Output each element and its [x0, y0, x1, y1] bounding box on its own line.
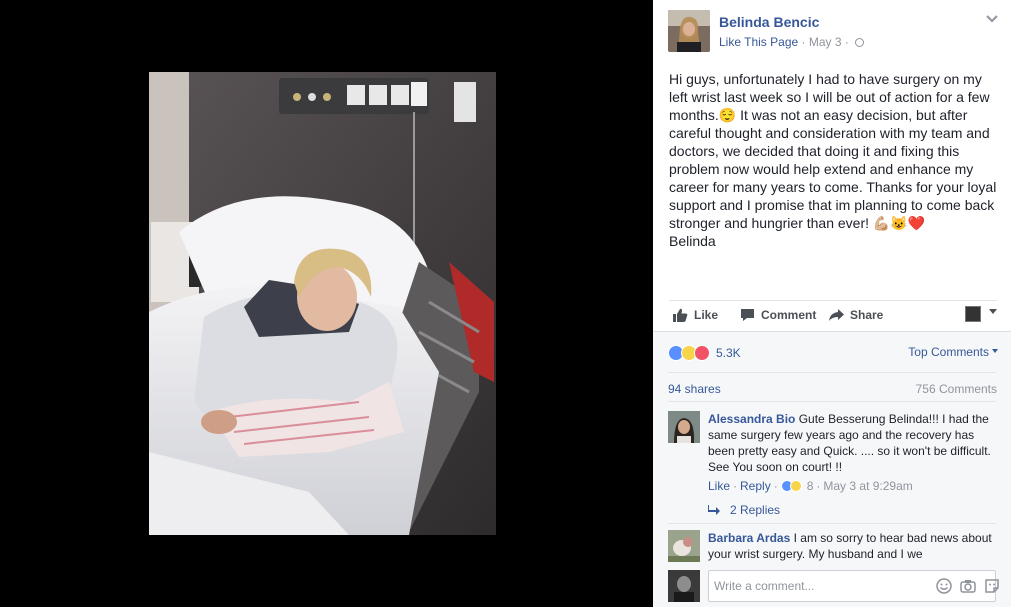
commenter-avatar[interactable]	[668, 411, 700, 443]
reaction-summary[interactable]: 5.3K	[668, 344, 741, 362]
meta-separator: ·	[773, 479, 778, 493]
page-avatar-image	[668, 10, 710, 52]
reaction-count[interactable]: 5.3K	[716, 346, 741, 360]
post-actions: Like Comment Share	[669, 300, 997, 331]
commenter-avatar-image	[668, 411, 700, 443]
meta-separator: ·	[733, 479, 738, 493]
post-meta: Like This Page · May 3 ·	[719, 35, 865, 49]
meta-separator: ·	[801, 35, 809, 49]
comment-author[interactable]: Alessandra Bio	[708, 412, 795, 426]
post-photo[interactable]	[149, 72, 496, 535]
share-icon	[829, 309, 844, 321]
comment-reply-link[interactable]: Reply	[740, 479, 771, 493]
comment-time[interactable]: May 3 at 9:29am	[823, 479, 912, 493]
chevron-down-icon[interactable]	[986, 14, 998, 24]
reply-arrow-icon	[708, 505, 720, 515]
post-message: Hi guys, unfortunately I had to have sur…	[669, 70, 1003, 250]
share-button[interactable]: Share	[829, 308, 883, 322]
comment-composer	[668, 568, 1011, 604]
divider	[668, 401, 996, 402]
shares-link[interactable]: 94 shares	[668, 382, 721, 396]
comment-input[interactable]	[708, 570, 996, 602]
like-page-link[interactable]: Like This Page	[719, 35, 798, 49]
post-as-avatar[interactable]	[965, 306, 981, 322]
post-paragraph: Hi guys, unfortunately I had to have sur…	[669, 71, 997, 231]
comment-item: Alessandra Bio Gute Besserung Belinda!!!…	[668, 411, 998, 501]
post-sidebar: Belinda Bencic Like This Page · May 3 · …	[653, 0, 1011, 607]
page-name[interactable]: Belinda Bencic	[719, 14, 819, 30]
comment-item: Barbara Ardas I am so sorry to hear bad …	[668, 530, 998, 566]
top-comments-dropdown[interactable]: Top Comments	[908, 345, 998, 359]
camera-icon[interactable]	[960, 578, 976, 594]
commenter-avatar[interactable]	[668, 530, 700, 562]
comment-like-link[interactable]: Like	[708, 479, 730, 493]
dropdown-caret-icon	[992, 349, 998, 353]
comment-body: Alessandra Bio Gute Besserung Belinda!!!…	[708, 411, 993, 475]
globe-icon	[855, 38, 865, 47]
love-reaction-icon	[694, 345, 710, 361]
viewer-avatar[interactable]	[668, 570, 700, 602]
divider	[668, 372, 996, 373]
comment-meta: Like · Reply · 8 · May 3 at 9:29am	[708, 479, 913, 493]
share-label: Share	[850, 308, 884, 322]
comment-label: Comment	[761, 308, 817, 322]
photo-viewer	[0, 0, 653, 607]
like-button[interactable]: Like	[673, 308, 718, 322]
page-avatar[interactable]	[668, 10, 710, 52]
sticker-icon[interactable]	[984, 578, 1000, 594]
viewer-avatar-image	[668, 570, 700, 602]
like-icon	[673, 308, 688, 322]
comments-count[interactable]: 756 Comments	[916, 382, 997, 396]
divider	[668, 523, 996, 524]
post-date[interactable]: May 3	[809, 35, 842, 49]
emoji-icon[interactable]	[936, 578, 952, 594]
commenter-avatar-image	[668, 530, 700, 562]
meta-separator: ·	[816, 479, 821, 493]
comment-author[interactable]: Barbara Ardas	[708, 531, 790, 545]
like-label: Like	[694, 308, 719, 322]
hospital-photo-image	[149, 72, 496, 535]
post-signature: Belinda	[669, 233, 716, 249]
comment-body: Barbara Ardas I am so sorry to hear bad …	[708, 530, 993, 562]
post-header: Belinda Bencic Like This Page · May 3 ·	[668, 10, 998, 54]
comment-reaction-count[interactable]: 8	[807, 479, 814, 493]
view-replies-link[interactable]: 2 Replies	[708, 503, 780, 517]
comment-button[interactable]: Comment	[740, 308, 816, 322]
post-as-caret-icon[interactable]	[989, 309, 997, 314]
sad-reaction-icon	[789, 480, 802, 492]
meta-separator: ·	[844, 35, 853, 49]
top-comments-label: Top Comments	[908, 345, 989, 359]
comment-icon	[741, 309, 754, 321]
replies-label: 2 Replies	[730, 503, 781, 517]
